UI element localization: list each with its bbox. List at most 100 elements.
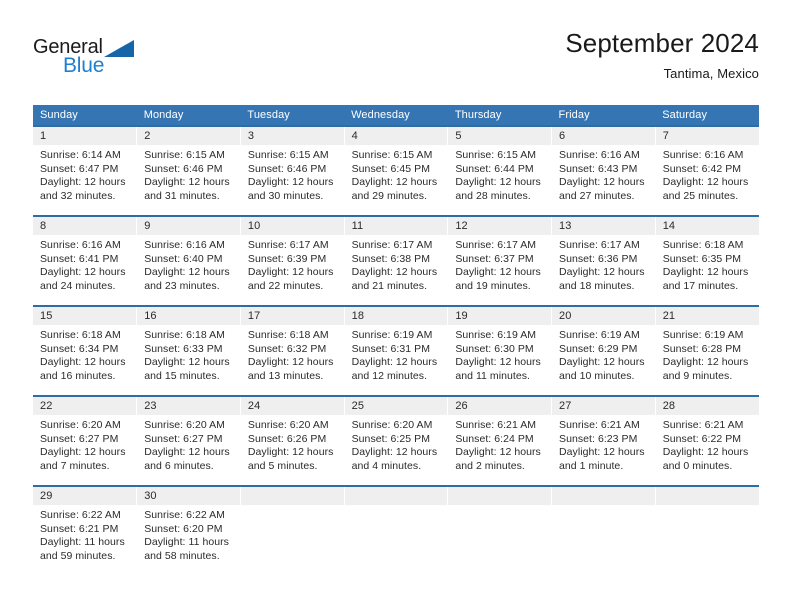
- day-details: Sunrise: 6:22 AM Sunset: 6:21 PM Daylight:…: [33, 505, 136, 563]
- sunset-time: Sunset: 6:37 PM: [455, 252, 534, 265]
- calendar-day-cell[interactable]: 18 Sunrise: 6:19 AM Sunset: 6:31 PM Dayligh…: [343, 305, 448, 396]
- sunrise-time: Sunrise: 6:15 AM: [351, 149, 433, 161]
- daylight-line1: Daylight: 12 hours: [351, 446, 438, 458]
- calendar-day-cell[interactable]: 13 Sunrise: 6:17 AM Sunset: 6:36 PM Dayligh…: [551, 215, 656, 306]
- daylight-line2: and 6 minutes.: [144, 459, 214, 472]
- day-number: 9: [137, 217, 240, 235]
- calendar-day-cell[interactable]: 30 Sunrise: 6:22 AM Sunset: 6:20 PM Dayligh…: [136, 485, 241, 576]
- calendar-day-cell[interactable]: 28 Sunrise: 6:21 AM Sunset: 6:22 PM Dayligh…: [654, 395, 759, 486]
- day-details: Sunrise: 6:17 AM Sunset: 6:36 PM Daylight:…: [552, 235, 655, 293]
- calendar-day-cell[interactable]: 17 Sunrise: 6:18 AM Sunset: 6:32 PM Dayligh…: [239, 305, 345, 396]
- sunrise-time: Sunrise: 6:17 AM: [559, 239, 640, 251]
- day-details: Sunrise: 6:15 AM Sunset: 6:46 PM Daylight:…: [241, 145, 344, 203]
- calendar-day-cell[interactable]: [551, 485, 656, 576]
- daylight-line1: Daylight: 11 hours: [40, 536, 125, 548]
- sunrise-time: Sunrise: 6:15 AM: [247, 149, 329, 161]
- calendar-day-cell[interactable]: 22 Sunrise: 6:20 AM Sunset: 6:27 PM Dayligh…: [33, 395, 137, 486]
- calendar-day-cell[interactable]: 14 Sunrise: 6:18 AM Sunset: 6:35 PM Dayligh…: [654, 215, 759, 306]
- sunrise-time: Sunrise: 6:20 AM: [247, 419, 329, 431]
- sunset-time: Sunset: 6:38 PM: [351, 252, 430, 265]
- calendar-day-cell[interactable]: 11 Sunrise: 6:17 AM Sunset: 6:38 PM Dayligh…: [343, 215, 448, 306]
- calendar-day-cell[interactable]: 23 Sunrise: 6:20 AM Sunset: 6:27 PM Dayligh…: [136, 395, 241, 486]
- calendar-day-cell[interactable]: [343, 485, 448, 576]
- sunset-time: Sunset: 6:25 PM: [351, 432, 430, 445]
- calendar-day-cell[interactable]: 25 Sunrise: 6:20 AM Sunset: 6:25 PM Dayligh…: [343, 395, 448, 486]
- calendar-day-cell[interactable]: 7 Sunrise: 6:16 AM Sunset: 6:42 PM Daylight…: [654, 125, 759, 216]
- daylight-line2: and 4 minutes.: [351, 459, 422, 472]
- calendar-day-cell[interactable]: 6 Sunrise: 6:16 AM Sunset: 6:43 PM Daylight…: [551, 125, 656, 216]
- calendar-day-cell[interactable]: 2 Sunrise: 6:15 AM Sunset: 6:46 PM Daylight…: [136, 125, 241, 216]
- day-details: Sunrise: 6:20 AM Sunset: 6:25 PM Daylight:…: [345, 415, 448, 473]
- daylight-line1: Daylight: 12 hours: [662, 176, 749, 188]
- sunrise-time: Sunrise: 6:17 AM: [455, 239, 537, 251]
- day-number: 19: [448, 307, 552, 325]
- day-details: Sunrise: 6:15 AM Sunset: 6:46 PM Daylight:…: [137, 145, 240, 203]
- day-number: 28: [655, 397, 759, 415]
- calendar-day-cell[interactable]: 26 Sunrise: 6:21 AM Sunset: 6:24 PM Dayligh…: [447, 395, 552, 486]
- day-details: Sunrise: 6:14 AM Sunset: 6:47 PM Daylight:…: [33, 145, 136, 203]
- daylight-line1: Daylight: 12 hours: [455, 266, 541, 278]
- day-details: Sunrise: 6:22 AM Sunset: 6:20 PM Daylight:…: [137, 505, 240, 563]
- sunset-time: Sunset: 6:22 PM: [662, 432, 742, 445]
- calendar-day-cell[interactable]: 21 Sunrise: 6:19 AM Sunset: 6:28 PM Dayligh…: [654, 305, 759, 396]
- brand-logo[interactable]: General Blue: [33, 36, 213, 84]
- page-header: General Blue September 2024 Tantima, Mex…: [0, 0, 792, 104]
- calendar-day-cell[interactable]: [447, 485, 552, 576]
- calendar-day-cell[interactable]: [654, 485, 759, 576]
- calendar-day-cell[interactable]: 12 Sunrise: 6:17 AM Sunset: 6:37 PM Dayligh…: [447, 215, 552, 306]
- calendar-day-cell[interactable]: 19 Sunrise: 6:19 AM Sunset: 6:30 PM Dayligh…: [447, 305, 552, 396]
- calendar-day-cell[interactable]: 9 Sunrise: 6:16 AM Sunset: 6:40 PM Daylight…: [136, 215, 241, 306]
- calendar-day-cell[interactable]: 15 Sunrise: 6:18 AM Sunset: 6:34 PM Dayligh…: [33, 305, 137, 396]
- day-number: 17: [240, 307, 344, 325]
- calendar-day-cell[interactable]: 29 Sunrise: 6:22 AM Sunset: 6:21 PM Dayligh…: [33, 485, 137, 576]
- day-number: 27: [552, 397, 655, 415]
- calendar-day-cell[interactable]: [239, 485, 345, 576]
- daylight-line2: and 23 minutes.: [144, 279, 220, 292]
- daylight-line1: Daylight: 12 hours: [247, 266, 334, 278]
- sunset-time: Sunset: 6:46 PM: [247, 162, 327, 175]
- sunset-time: Sunset: 6:30 PM: [455, 342, 534, 355]
- calendar-day-cell[interactable]: 1 Sunrise: 6:14 AM Sunset: 6:47 PM Daylight…: [33, 125, 137, 216]
- daylight-line1: Daylight: 12 hours: [455, 446, 541, 458]
- day-number: 26: [448, 397, 552, 415]
- calendar-day-cell[interactable]: 3 Sunrise: 6:15 AM Sunset: 6:46 PM Daylight…: [239, 125, 345, 216]
- daylight-line2: and 32 minutes.: [40, 189, 116, 202]
- daylight-line1: Daylight: 12 hours: [40, 446, 126, 458]
- daylight-line1: Daylight: 12 hours: [247, 176, 334, 188]
- sunrise-time: Sunrise: 6:16 AM: [559, 149, 640, 161]
- day-details: Sunrise: 6:20 AM Sunset: 6:27 PM Daylight:…: [33, 415, 136, 473]
- day-details: Sunrise: 6:19 AM Sunset: 6:31 PM Daylight:…: [345, 325, 448, 383]
- day-number: 21: [655, 307, 759, 325]
- calendar-day-cell[interactable]: 16 Sunrise: 6:18 AM Sunset: 6:33 PM Dayligh…: [136, 305, 241, 396]
- daylight-line1: Daylight: 12 hours: [40, 176, 126, 188]
- daylight-line2: and 21 minutes.: [351, 279, 428, 292]
- sunrise-time: Sunrise: 6:17 AM: [247, 239, 329, 251]
- calendar-day-cell[interactable]: 4 Sunrise: 6:15 AM Sunset: 6:45 PM Daylight…: [343, 125, 448, 216]
- day-number: [552, 487, 655, 505]
- daylight-line2: and 59 minutes.: [40, 549, 116, 562]
- calendar-day-cell[interactable]: 8 Sunrise: 6:16 AM Sunset: 6:41 PM Daylight…: [33, 215, 137, 306]
- daylight-line1: Daylight: 12 hours: [351, 176, 438, 188]
- calendar-day-cell[interactable]: 5 Sunrise: 6:15 AM Sunset: 6:44 PM Daylight…: [447, 125, 552, 216]
- day-number: 18: [344, 307, 448, 325]
- sunset-time: Sunset: 6:45 PM: [351, 162, 430, 175]
- sunset-time: Sunset: 6:29 PM: [559, 342, 638, 355]
- daylight-line2: and 29 minutes.: [351, 189, 428, 202]
- weekday-header-wednesday: Wednesday: [344, 105, 448, 126]
- calendar-day-cell[interactable]: 27 Sunrise: 6:21 AM Sunset: 6:23 PM Dayligh…: [551, 395, 656, 486]
- calendar-grid: Sunday Monday Tuesday Wednesday Thursday…: [33, 105, 759, 576]
- daylight-line1: Daylight: 12 hours: [144, 176, 230, 188]
- sunset-time: Sunset: 6:23 PM: [559, 432, 638, 445]
- calendar-day-cell[interactable]: 10 Sunrise: 6:17 AM Sunset: 6:39 PM Dayligh…: [239, 215, 345, 306]
- calendar-day-cell[interactable]: 20 Sunrise: 6:19 AM Sunset: 6:29 PM Dayligh…: [551, 305, 656, 396]
- sunrise-time: Sunrise: 6:16 AM: [144, 239, 225, 251]
- weekday-header-saturday: Saturday: [655, 105, 759, 126]
- sunset-time: Sunset: 6:35 PM: [662, 252, 742, 265]
- daylight-line1: Daylight: 12 hours: [662, 446, 749, 458]
- sunrise-time: Sunrise: 6:21 AM: [662, 419, 744, 431]
- calendar-header-row: Sunday Monday Tuesday Wednesday Thursday…: [33, 105, 759, 126]
- sunset-time: Sunset: 6:21 PM: [40, 522, 119, 535]
- daylight-line2: and 9 minutes.: [662, 369, 733, 382]
- sunset-time: Sunset: 6:46 PM: [144, 162, 223, 175]
- calendar-day-cell[interactable]: 24 Sunrise: 6:20 AM Sunset: 6:26 PM Dayligh…: [239, 395, 345, 486]
